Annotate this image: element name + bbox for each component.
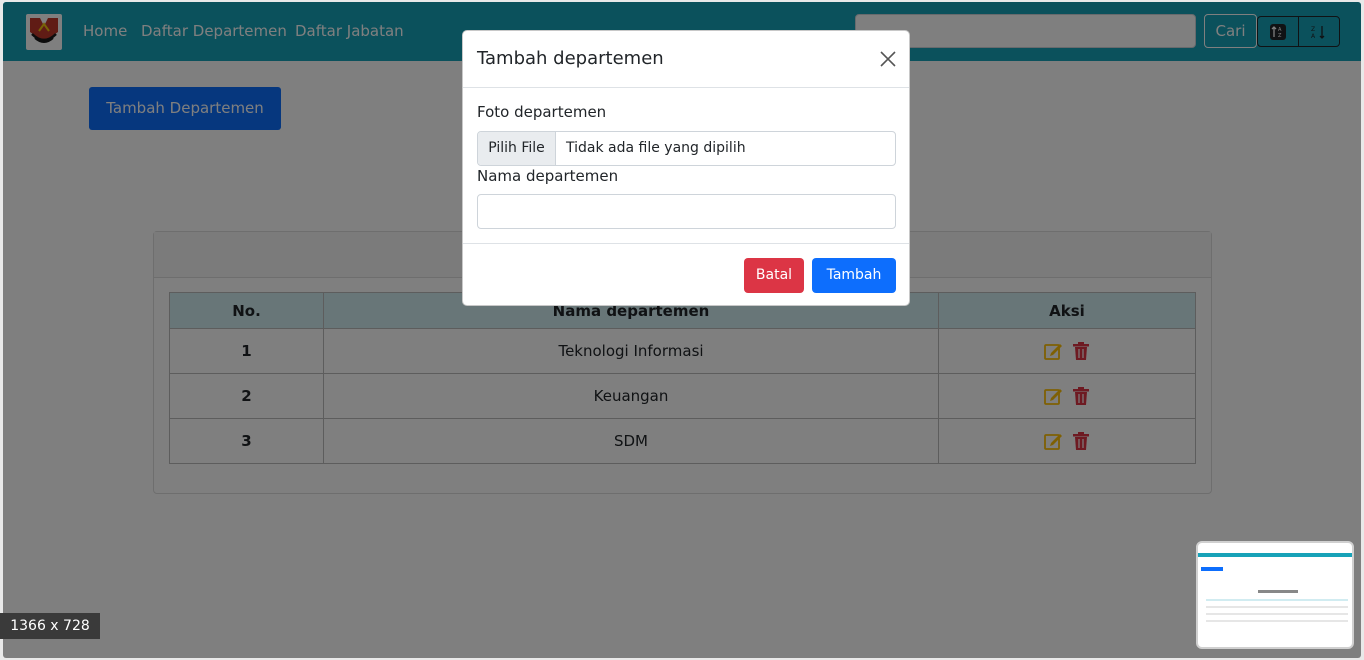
- close-icon[interactable]: [879, 50, 897, 68]
- thumbnail-title: [1258, 590, 1298, 593]
- department-name-input[interactable]: [477, 194, 896, 229]
- choose-file-button[interactable]: Pilih File: [478, 132, 556, 165]
- photo-label: Foto departemen: [477, 103, 607, 121]
- app-window: Home Daftar Departemen Daftar Jabatan Ca…: [3, 2, 1361, 658]
- thumbnail-row: [1206, 599, 1348, 601]
- photo-file-input[interactable]: Pilih File Tidak ada file yang dipilih: [477, 131, 896, 166]
- thumbnail-navbar: [1198, 553, 1352, 557]
- viewport-size-label: 1366 x 728: [0, 613, 100, 639]
- thumbnail-add-button: [1201, 567, 1223, 571]
- page-thumbnail-preview: [1196, 541, 1354, 649]
- submit-button[interactable]: Tambah: [812, 258, 896, 293]
- thumbnail-row: [1206, 613, 1348, 615]
- modal-title: Tambah departemen: [477, 48, 664, 69]
- modal-header: Tambah departemen: [463, 31, 909, 88]
- modal-footer: Batal Tambah: [463, 243, 909, 307]
- file-status-text: Tidak ada file yang dipilih: [566, 140, 746, 156]
- thumbnail-row: [1206, 620, 1348, 622]
- add-department-modal: Tambah departemen Foto departemen Pilih …: [462, 30, 910, 306]
- thumbnail-row: [1206, 606, 1348, 608]
- cancel-button[interactable]: Batal: [744, 258, 804, 293]
- name-label: Nama departemen: [477, 167, 619, 185]
